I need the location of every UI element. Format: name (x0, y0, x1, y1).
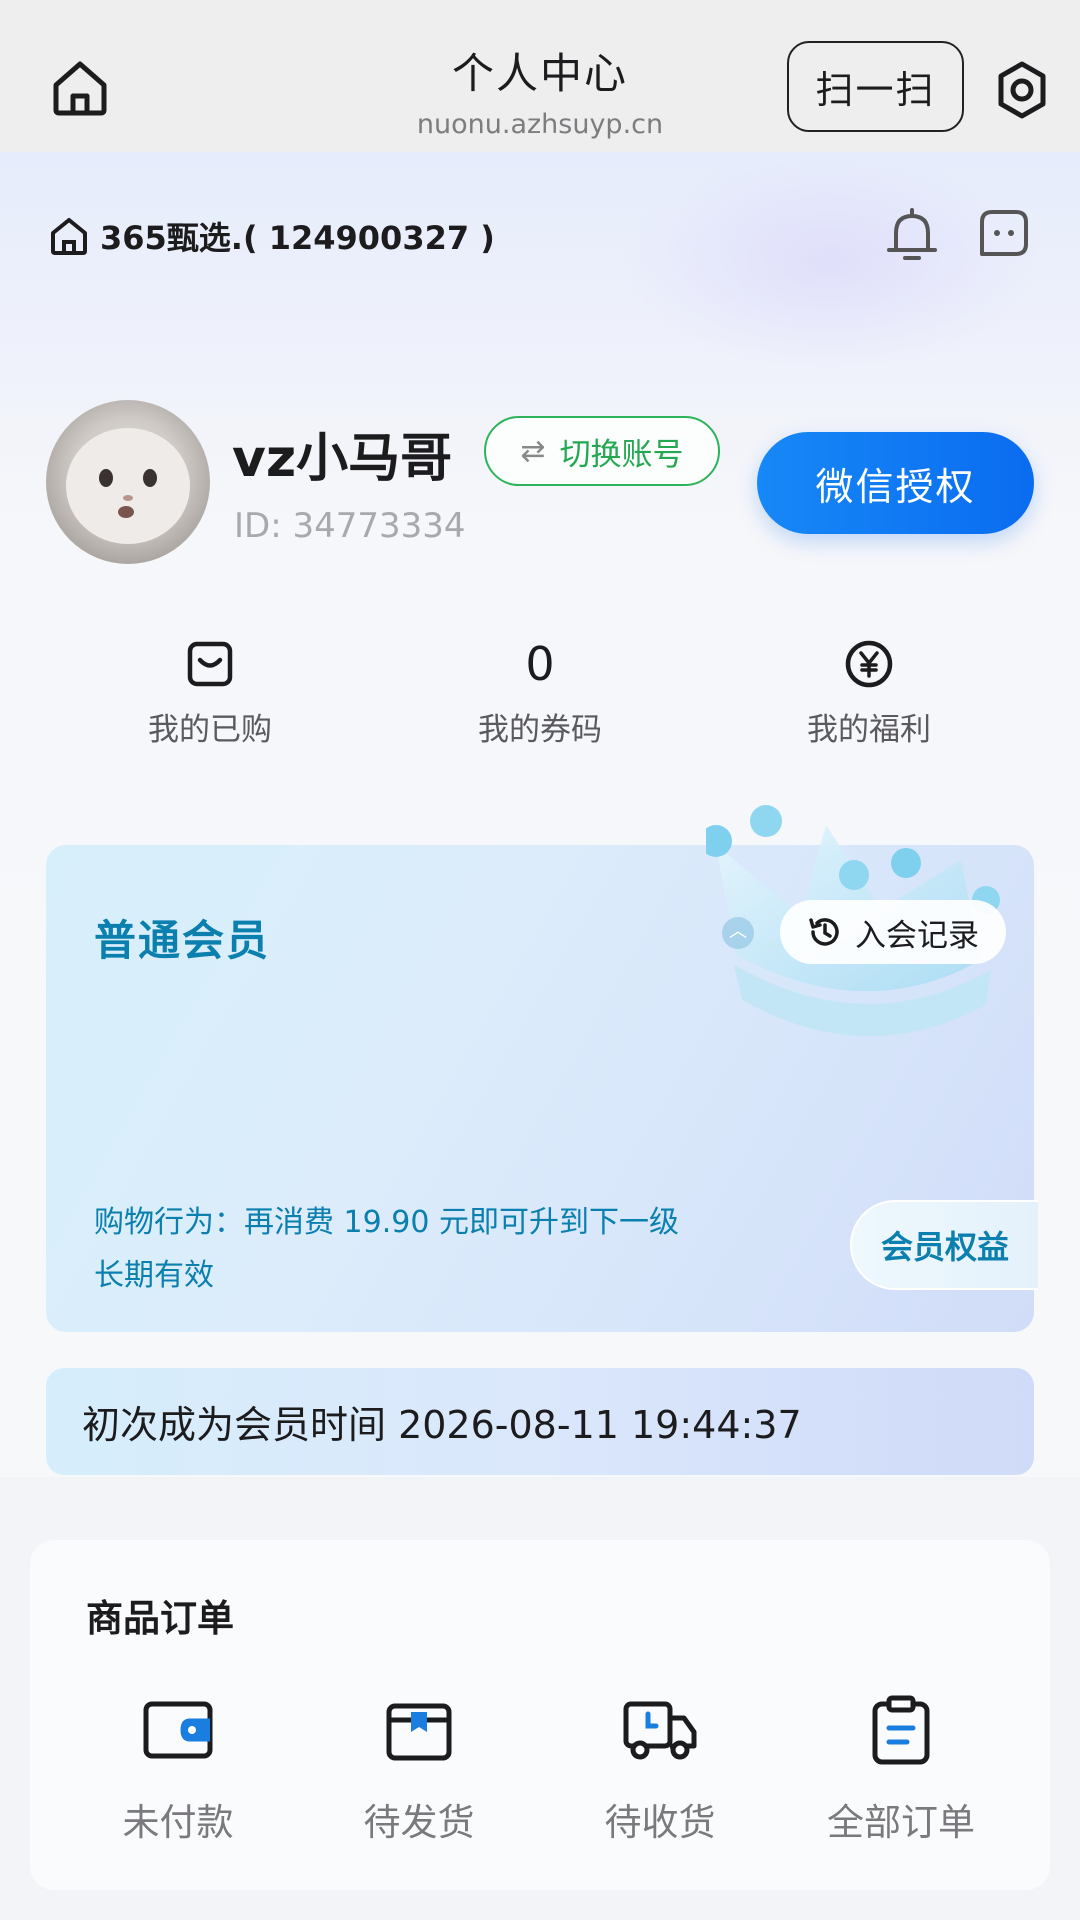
box-icon (386, 1703, 452, 1761)
history-icon (809, 918, 839, 946)
shop-row[interactable]: 365甄选.( 124900327 ) (48, 212, 495, 260)
top-bar: 个人中心 nuonu.azhsuyp.cn 扫一扫 (0, 0, 1080, 152)
join-record-label: 入会记录 (855, 917, 979, 954)
username: vz小马哥 (232, 429, 453, 489)
user-id: ID: 34773334 (234, 506, 466, 546)
validity: 长期有效 (94, 1258, 214, 1293)
clipboard-icon (872, 1695, 930, 1765)
yen-coin-icon (845, 640, 893, 688)
stat-purchased[interactable]: 我的已购 (110, 636, 310, 749)
chat-icon[interactable] (976, 208, 1032, 260)
stat-welfare-label: 我的福利 (807, 712, 931, 748)
order-unpaid[interactable]: 未付款 (88, 1690, 268, 1846)
wallet-icon (143, 1701, 213, 1759)
title-block: 个人中心 nuonu.azhsuyp.cn (340, 40, 740, 140)
stat-purchased-label: 我的已购 (148, 712, 272, 748)
scan-button[interactable]: 扫一扫 (787, 41, 964, 132)
order-to-ship-label: 待发货 (363, 1801, 475, 1844)
page-title: 个人中心 (451, 49, 628, 98)
collapse-icon[interactable]: ︿ (722, 917, 754, 949)
stat-coupons[interactable]: 0 我的券码 (440, 636, 640, 749)
orders-panel: 商品订单 未付款 待发货 待收货 全部订单 (30, 1540, 1050, 1890)
page-url: nuonu.azhsuyp.cn (416, 109, 664, 140)
cat-avatar-image (66, 428, 190, 544)
shopping-behavior: 购物行为：再消费 19.90 元即可升到下一级 (94, 1205, 679, 1240)
home-icon[interactable] (48, 58, 112, 118)
stat-coupons-label: 我的券码 (478, 712, 602, 748)
avatar[interactable] (46, 400, 210, 564)
order-all[interactable]: 全部订单 (811, 1690, 991, 1846)
order-to-receive[interactable]: 待收货 (570, 1690, 750, 1846)
bag-icon (187, 641, 233, 687)
shop-home-icon (51, 218, 87, 255)
switch-account-label: 切换账号 (559, 436, 684, 473)
order-to-ship[interactable]: 待发货 (329, 1690, 509, 1846)
orders-title: 商品订单 (86, 1597, 234, 1640)
wechat-auth-button[interactable]: 微信授权 (757, 432, 1034, 534)
stats-row: 我的已购 0 我的券码 我的福利 (0, 636, 1080, 756)
bell-icon[interactable] (884, 206, 940, 266)
switch-account-button[interactable]: ⇄ 切换账号 (484, 416, 720, 486)
order-unpaid-label: 未付款 (122, 1801, 234, 1844)
truck-icon (623, 1701, 697, 1760)
first-member-time: 初次成为会员时间 2026-08-11 19:44:37 (46, 1368, 1034, 1475)
member-card[interactable]: 普通会员 ︿ 入会记录 购物行为：再消费 19.90 元即可升到下一级 长期有效… (46, 805, 1038, 1332)
swap-icon: ⇄ (520, 433, 546, 469)
join-record-button[interactable]: 入会记录 (780, 900, 1006, 964)
member-benefits-button[interactable]: 会员权益 (850, 1200, 1038, 1290)
stat-coupons-value: 0 (525, 637, 555, 691)
member-level: 普通会员 (94, 916, 271, 965)
shop-name: 365甄选.( 124900327 ) (100, 219, 495, 257)
order-to-receive-label: 待收货 (604, 1801, 716, 1844)
order-all-label: 全部订单 (827, 1801, 975, 1844)
gear-icon[interactable] (992, 60, 1052, 120)
stat-welfare[interactable]: 我的福利 (769, 636, 969, 749)
